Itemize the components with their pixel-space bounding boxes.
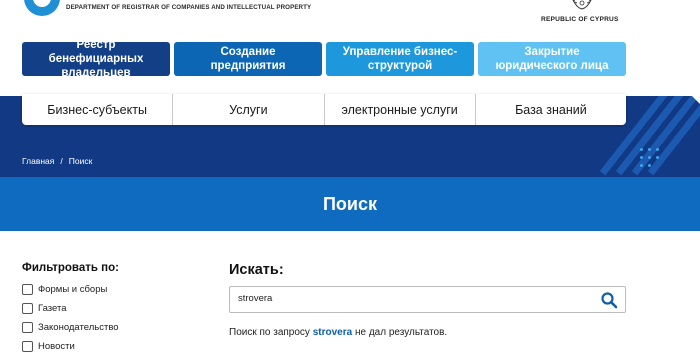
republic-label: REPUBLIC OF CYPRUS [541, 16, 619, 23]
filter-forms-fees[interactable]: Формы и сборы [22, 284, 107, 295]
breadcrumb: Главная / Поиск [22, 156, 92, 166]
search-icon[interactable] [600, 291, 618, 309]
search-title: Искать: [229, 262, 284, 278]
decor-dot [648, 148, 651, 151]
decor-dot [640, 148, 643, 151]
nav-knowledge-base[interactable]: База знаний [476, 94, 626, 125]
nav-e-services[interactable]: электронные услуги [325, 94, 476, 125]
checkbox[interactable] [22, 322, 33, 333]
filter-legislation[interactable]: Законодательство [22, 322, 119, 333]
result-suffix: не дал результатов. [352, 327, 448, 338]
search-input[interactable] [238, 293, 588, 304]
checkbox[interactable] [22, 303, 33, 314]
page-title: Поиск [322, 194, 378, 214]
manage-business-button[interactable]: Управление бизнес-структурой [326, 42, 474, 76]
filter-title: Фильтровать по: [22, 262, 119, 274]
filter-news[interactable]: Новости [22, 341, 75, 352]
create-business-button[interactable]: Создание предприятия [174, 42, 322, 76]
filter-label: Формы и сборы [38, 284, 108, 295]
nav-business-entities[interactable]: Бизнес-субъекты [22, 94, 174, 125]
filter-label: Газета [38, 303, 67, 314]
close-entity-button[interactable]: Закрытие юридического лица [478, 42, 626, 76]
nav-services[interactable]: Услуги [173, 94, 325, 125]
decor-dot [648, 156, 651, 159]
decor-dot [656, 156, 659, 159]
filter-label: Законодательство [38, 322, 119, 333]
search-result-message: Поиск по запросу strovera не дал результ… [229, 327, 447, 338]
breadcrumb-current: Поиск [68, 156, 93, 166]
checkbox[interactable] [22, 284, 33, 295]
cyprus-crest-icon [572, 0, 592, 10]
filter-label: Новости [38, 341, 75, 352]
registrar-logo[interactable] [24, 0, 60, 16]
beneficial-owners-register-button[interactable]: Реестр бенефициарных владельцев [22, 39, 170, 79]
result-query[interactable]: strovera [313, 327, 352, 338]
main-nav: Бизнес-субъекты Услуги электронные услуг… [22, 94, 626, 125]
decor-dot [648, 164, 651, 167]
result-prefix: Поиск по запросу [229, 327, 313, 338]
decor-dot [640, 156, 643, 159]
breadcrumb-separator: / [60, 156, 63, 166]
search-box [229, 286, 626, 313]
decor-corner [692, 96, 700, 104]
checkbox[interactable] [22, 341, 33, 352]
breadcrumb-home-link[interactable]: Главная [22, 156, 54, 166]
decor-dot [640, 164, 643, 167]
filter-gazette[interactable]: Газета [22, 303, 67, 314]
department-name: DEPARTMENT OF REGISTRAR OF COMPANIES AND… [66, 4, 312, 11]
site-header: DEPARTMENT OF REGISTRAR OF COMPANIES AND… [0, 0, 700, 42]
decor-dot [656, 148, 659, 151]
